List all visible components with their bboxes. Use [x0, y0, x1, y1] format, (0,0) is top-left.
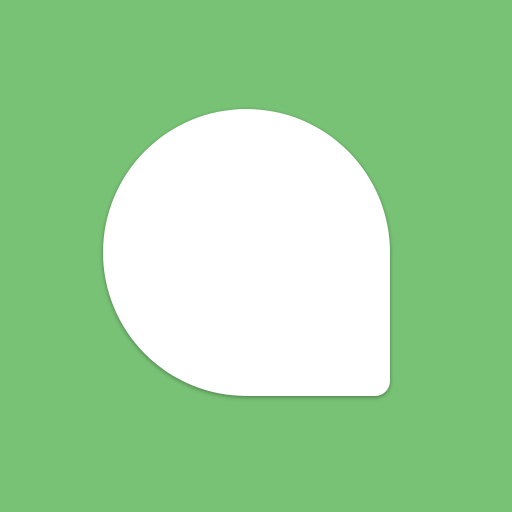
app-icon-canvas: [0, 0, 512, 512]
speech-bubble-icon: [103, 109, 390, 396]
